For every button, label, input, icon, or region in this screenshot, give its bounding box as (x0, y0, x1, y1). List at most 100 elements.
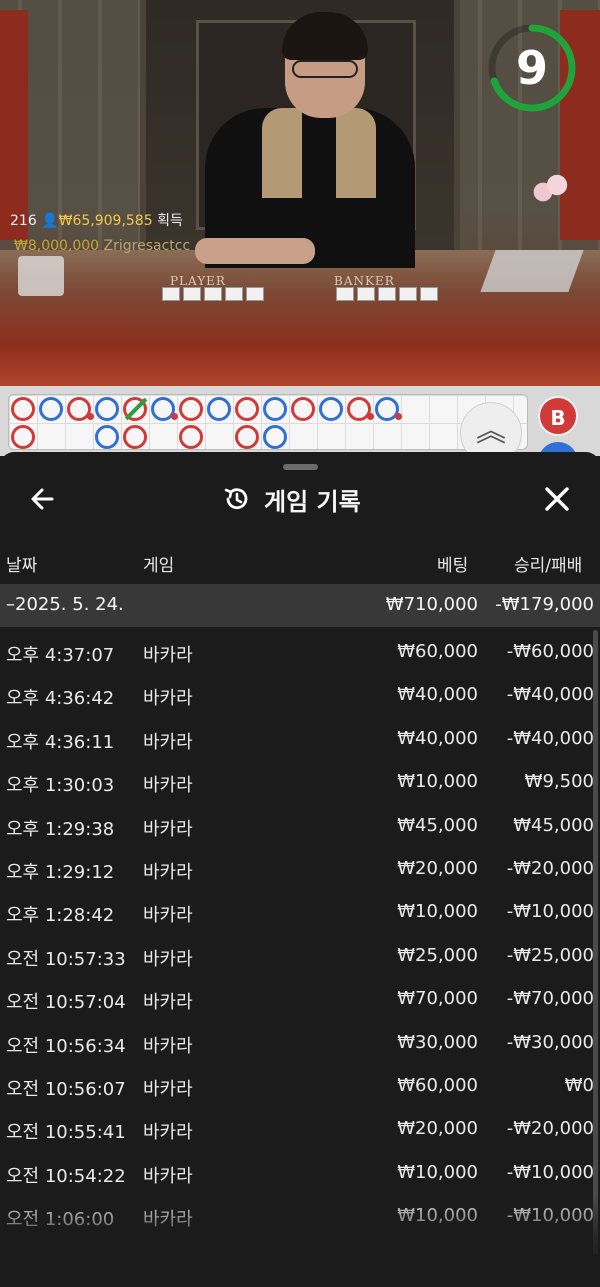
bead-road[interactable] (8, 394, 528, 450)
column-header-date: 날짜 (6, 556, 38, 576)
row-time: 오후 1:30:03 (6, 775, 115, 797)
row-bet: ₩10,000 (397, 1161, 478, 1183)
date-group-row[interactable]: –2025. 5. 24. ₩710,000 -₩179,000 (0, 584, 600, 627)
row-time: 오전 10:56:07 (6, 1078, 126, 1100)
row-game: 바카라 (143, 1078, 193, 1100)
date-group-bet-total: ₩710,000 (385, 594, 478, 615)
row-result: -₩10,000 (506, 901, 594, 923)
column-header-bet: 베팅 (437, 556, 469, 576)
row-bet: ₩60,000 (397, 1074, 478, 1096)
row-bet: ₩25,000 (397, 944, 478, 966)
history-row[interactable]: 오후 4:36:11 바카라 ₩40,000 -₩40,000 (0, 717, 600, 760)
row-time: 오전 10:56:34 (6, 1035, 126, 1057)
sheet-drag-handle[interactable] (283, 464, 318, 470)
history-icon (224, 488, 248, 510)
history-list: 오후 4:37:07 바카라 ₩60,000 -₩60,000 오후 4:36:42 바카… (0, 630, 600, 1237)
banker-zone-label: BANKER (334, 274, 395, 288)
column-header-game: 게임 (143, 556, 175, 576)
history-row[interactable]: 오후 1:30:03 바카라 ₩10,000 ₩9,500 (0, 760, 600, 803)
row-game: 바카라 (143, 948, 193, 970)
lacquer-panel-left (0, 10, 28, 240)
top-winner-amount: ₩8,000,000 (14, 238, 100, 254)
row-time: 오후 4:37:07 (6, 645, 115, 666)
history-row[interactable]: 오후 1:29:12 바카라 ₩20,000 -₩20,000 (0, 847, 600, 890)
arrow-left-icon (31, 488, 54, 510)
history-row[interactable]: 오전 10:55:41 바카라 ₩20,000 -₩20,000 (0, 1107, 600, 1150)
row-game: 바카라 (143, 818, 193, 840)
discard-tray (18, 256, 64, 296)
winner-count: 216 (10, 213, 37, 229)
blossom-decoration (522, 150, 592, 220)
history-row[interactable]: 오후 4:37:07 바카라 ₩60,000 -₩60,000 (0, 630, 600, 673)
row-time: 오후 1:29:12 (6, 861, 115, 883)
countdown-timer: 9 (515, 41, 548, 95)
row-game: 바카라 (143, 1122, 193, 1144)
row-result: -₩40,000 (506, 727, 594, 749)
row-bet: ₩40,000 (397, 684, 478, 706)
row-result: ₩9,500 (524, 771, 594, 793)
history-row[interactable]: 오전 10:56:34 바카라 ₩30,000 -₩30,000 (0, 1021, 600, 1064)
row-result: ₩45,000 (513, 814, 594, 836)
row-game: 바카라 (143, 905, 193, 927)
row-game: 바카라 (143, 688, 193, 710)
row-result: -₩30,000 (506, 1031, 594, 1053)
row-result: -₩25,000 (506, 944, 594, 966)
row-result: -₩20,000 (506, 857, 594, 879)
history-row[interactable]: 오후 1:29:38 바카라 ₩45,000 ₩45,000 (0, 804, 600, 847)
history-scrollbar[interactable] (593, 630, 598, 1255)
row-time: 오후 4:36:42 (6, 688, 115, 710)
column-header-result: 승리/패배 (514, 556, 583, 576)
row-bet: ₩10,000 (397, 901, 478, 923)
row-bet: ₩60,000 (397, 641, 478, 662)
row-game: 바카라 (143, 861, 193, 883)
history-row[interactable]: 오전 10:57:04 바카라 ₩70,000 -₩70,000 (0, 977, 600, 1020)
date-group-date: –2025. 5. 24. (6, 594, 124, 615)
row-time: 오전 10:55:41 (6, 1122, 126, 1144)
row-game: 바카라 (143, 1035, 193, 1057)
row-time: 오전 10:54:22 (6, 1165, 126, 1187)
row-game: 바카라 (143, 1165, 193, 1187)
history-row[interactable]: 오전 10:57:33 바카라 ₩25,000 -₩25,000 (0, 934, 600, 977)
player-zone-label: PLAYER (170, 274, 226, 288)
date-group-result-total: -₩179,000 (495, 594, 594, 615)
row-result: ₩0 (564, 1074, 594, 1096)
winner-suffix: 획득 (157, 213, 183, 229)
chevron-up-double-icon: ︽ (476, 414, 506, 449)
row-result: -₩40,000 (506, 684, 594, 706)
row-time: 오전 10:57:33 (6, 948, 126, 970)
winner-info: 216 👤₩65,909,585 획득 (10, 210, 183, 230)
row-game: 바카라 (143, 645, 193, 666)
dealer-hands (195, 238, 315, 264)
row-time: 오후 1:28:42 (6, 905, 115, 927)
top-winner: ₩8,000,000 Zrigresactcc (14, 238, 194, 254)
row-time: 오후 4:36:11 (6, 731, 115, 753)
banker-bet-button[interactable]: B (538, 396, 578, 436)
player-cards (162, 287, 264, 301)
history-row[interactable]: 오후 4:36:42 바카라 ₩40,000 -₩40,000 (0, 673, 600, 716)
row-game: 바카라 (143, 731, 193, 753)
history-row[interactable]: 오전 10:54:22 바카라 ₩10,000 -₩10,000 (0, 1151, 600, 1194)
row-bet: ₩45,000 (397, 814, 478, 836)
dealer-glasses (292, 60, 358, 78)
sheet-title: 게임 기록 (264, 487, 361, 516)
row-result: -₩60,000 (506, 641, 594, 662)
winner-amount: ₩65,909,585 (58, 213, 153, 229)
row-result: -₩20,000 (506, 1118, 594, 1140)
back-button[interactable] (24, 480, 62, 518)
row-time: 오전 10:57:04 (6, 992, 126, 1014)
close-icon (545, 487, 569, 511)
close-button[interactable] (538, 480, 576, 518)
sheet-header: 게임 기록 (222, 482, 361, 516)
row-bet: ₩40,000 (397, 727, 478, 749)
row-game: 바카라 (143, 775, 193, 797)
card-shoe (480, 250, 584, 292)
row-bet: ₩20,000 (397, 1118, 478, 1140)
history-row[interactable]: 오전 10:56:07 바카라 ₩60,000 ₩0 (0, 1064, 600, 1107)
row-game: 바카라 (143, 992, 193, 1014)
row-bet: ₩70,000 (397, 988, 478, 1010)
row-bet: ₩10,000 (397, 771, 478, 793)
row-bet: ₩30,000 (397, 1031, 478, 1053)
history-row[interactable]: 오후 1:28:42 바카라 ₩10,000 -₩10,000 (0, 890, 600, 933)
list-fade-overlay (0, 1195, 600, 1287)
row-result: -₩70,000 (506, 988, 594, 1010)
